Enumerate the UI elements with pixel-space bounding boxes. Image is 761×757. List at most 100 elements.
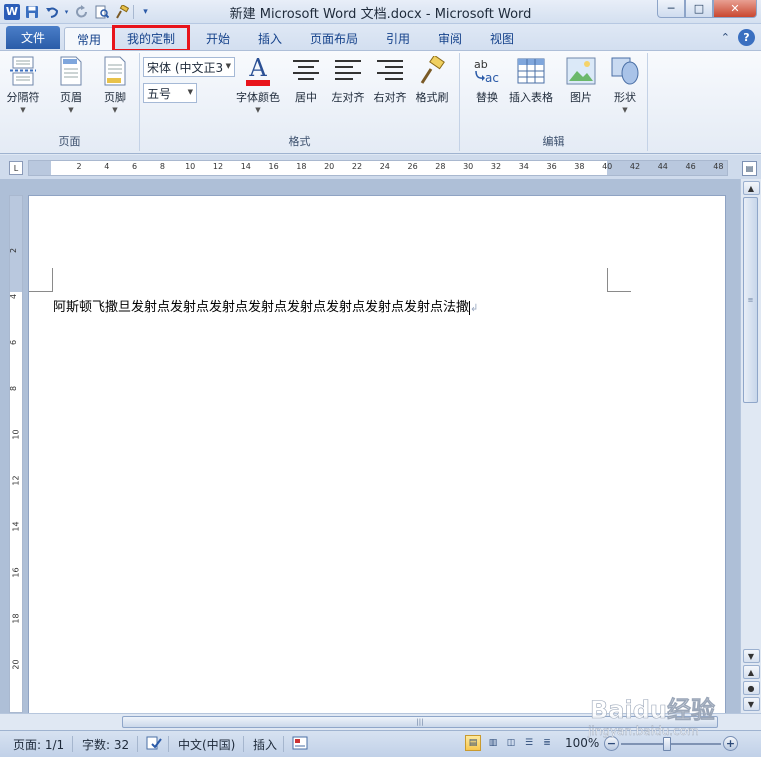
scroll-up-icon[interactable]: ▲ bbox=[742, 181, 760, 195]
macro-record-icon[interactable] bbox=[292, 736, 308, 753]
tab-selector-icon[interactable]: L bbox=[9, 161, 23, 175]
tab-home[interactable]: 开始 bbox=[196, 27, 240, 50]
save-icon[interactable] bbox=[23, 3, 40, 20]
horizontal-ruler[interactable]: 2 4 6 8 10 12 14 16 18 20 22 24 26 28 30 32 34 36 38 40 42 44… bbox=[28, 160, 728, 176]
group-edit-label: 编辑 bbox=[542, 135, 565, 148]
vertical-ruler[interactable]: 2 4 6 8 10 12 14 16 18 20 bbox=[9, 195, 23, 713]
zoom-in-icon[interactable]: + bbox=[723, 736, 738, 751]
previous-page-icon[interactable]: ▲ bbox=[742, 665, 760, 679]
insert-mode[interactable]: 插入 bbox=[253, 736, 277, 753]
tab-my-custom[interactable]: 我的定制 bbox=[112, 25, 190, 52]
svg-text:A: A bbox=[248, 55, 267, 82]
tab-review[interactable]: 审阅 bbox=[428, 27, 472, 50]
ruler-tick-label: 22 bbox=[351, 162, 363, 171]
zoom-level[interactable]: 100% bbox=[565, 736, 599, 750]
font-name-combo[interactable]: 宋体 (中文正3 ▼ bbox=[143, 57, 235, 77]
status-separator bbox=[243, 736, 244, 752]
header-button[interactable]: 页眉 ▼ bbox=[54, 55, 88, 114]
tab-common[interactable]: 常用 bbox=[64, 27, 114, 50]
horizontal-scrollbar[interactable]: ||| bbox=[0, 713, 761, 730]
font-color-label: 字体颜色 bbox=[236, 91, 280, 104]
zoom-out-icon[interactable]: − bbox=[604, 736, 619, 751]
center-label: 居中 bbox=[295, 91, 317, 104]
vruler-tick-label: 8 bbox=[9, 385, 19, 392]
next-page-icon[interactable]: ▼ bbox=[742, 697, 760, 711]
vruler-tick-label: 16 bbox=[11, 567, 21, 578]
document-text[interactable]: 阿斯顿飞撒旦发射点发射点发射点发射点发射点发射点发射点发射点法撒↲ bbox=[53, 296, 478, 315]
zoom-slider-knob[interactable] bbox=[663, 737, 671, 751]
ruler-row: L 2 4 6 8 10 12 14 16 18 20 22 24 26 28 30 32 34 36 38 40 42… bbox=[0, 155, 761, 179]
ruler-left-margin bbox=[29, 161, 51, 175]
footer-button[interactable]: 页脚 ▼ bbox=[98, 55, 132, 114]
select-browse-object-icon[interactable]: ● bbox=[742, 681, 760, 695]
undo-dropdown-icon[interactable]: ▾ bbox=[63, 3, 70, 20]
center-button[interactable]: 居中 bbox=[289, 55, 323, 105]
maximize-button[interactable]: □ bbox=[685, 0, 713, 18]
proofing-icon[interactable] bbox=[146, 736, 162, 753]
word-count[interactable]: 字数: 32 bbox=[82, 736, 129, 753]
vruler-tick-label: 14 bbox=[11, 521, 21, 532]
replace-label: 替换 bbox=[476, 91, 498, 104]
breaks-label: 分隔符 bbox=[6, 91, 40, 104]
format-painter-button[interactable]: 格式刷 bbox=[415, 55, 449, 105]
print-preview-icon[interactable] bbox=[93, 3, 110, 20]
undo-icon[interactable] bbox=[43, 3, 60, 20]
vertical-scrollbar[interactable]: ▲ ≡ ▼ ▲ ● ▼ bbox=[740, 179, 761, 713]
vruler-tick-label: 12 bbox=[11, 475, 21, 486]
draft-view-icon[interactable]: ≣ bbox=[539, 735, 555, 751]
minimize-button[interactable]: ─ bbox=[657, 0, 685, 18]
collapse-ribbon-icon[interactable]: ⌃ bbox=[721, 31, 730, 44]
group-page-label: 页面 bbox=[58, 135, 81, 148]
header-icon bbox=[54, 55, 88, 87]
document-area: 2 4 6 8 10 12 14 16 18 20 阿斯顿飞撒旦发射点发射点发射点发射点发射点发射… bbox=[0, 179, 740, 715]
outline-view-icon[interactable]: ☰ bbox=[521, 735, 537, 751]
tab-insert[interactable]: 插入 bbox=[248, 27, 292, 50]
chevron-down-icon: ▼ bbox=[187, 88, 193, 96]
footer-icon bbox=[98, 55, 132, 87]
tab-view[interactable]: 视图 bbox=[480, 27, 524, 50]
picture-button[interactable]: 图片 bbox=[564, 55, 598, 105]
group-format: 宋体 (中文正3 ▼ 五号 ▼ A 字体颜色 ▼ 居中 左对齐 右对齐 格式刷 … bbox=[140, 53, 460, 151]
zoom-slider-track[interactable] bbox=[621, 743, 721, 745]
web-layout-icon[interactable]: ◫ bbox=[503, 735, 519, 751]
vruler-tick-label: 2 bbox=[9, 247, 19, 254]
status-bar: 页面: 1/1 字数: 32 中文(中国) 插入 ▤ ▥ ◫ ☰ ≣ 100% … bbox=[0, 730, 761, 757]
breaks-button[interactable]: 分隔符 ▼ bbox=[6, 55, 40, 114]
title-bar: W ▾ ▾ 新建 Microsoft Word 文档.docx - Micros… bbox=[0, 0, 761, 24]
status-separator bbox=[72, 736, 73, 752]
redo-icon[interactable] bbox=[73, 3, 90, 20]
font-name-value: 宋体 (中文正3 bbox=[147, 60, 224, 75]
word-logo-icon[interactable]: W bbox=[4, 3, 20, 20]
crop-mark-left bbox=[29, 268, 53, 292]
align-right-button[interactable]: 右对齐 bbox=[373, 55, 407, 105]
svg-text:ab: ab bbox=[474, 58, 488, 71]
group-format-label: 格式 bbox=[288, 135, 311, 148]
close-button[interactable]: ✕ bbox=[713, 0, 757, 18]
page-count[interactable]: 页面: 1/1 bbox=[13, 736, 64, 753]
align-left-button[interactable]: 左对齐 bbox=[331, 55, 365, 105]
document-page[interactable]: 阿斯顿飞撒旦发射点发射点发射点发射点发射点发射点发射点发射点法撒↲ bbox=[28, 195, 726, 715]
insert-table-button[interactable]: 插入表格 bbox=[509, 55, 553, 105]
tab-references[interactable]: 引用 bbox=[376, 27, 420, 50]
picture-label: 图片 bbox=[570, 91, 592, 104]
scroll-down-icon[interactable]: ▼ bbox=[742, 649, 760, 663]
vertical-scroll-thumb[interactable]: ≡ bbox=[743, 197, 758, 403]
help-icon[interactable]: ? bbox=[738, 29, 755, 46]
document-paragraph: 阿斯顿飞撒旦发射点发射点发射点发射点发射点发射点发射点发射点法撒 bbox=[53, 300, 470, 315]
replace-button[interactable]: ab ac 替换 bbox=[470, 55, 504, 105]
view-ruler-icon[interactable]: ▤ bbox=[742, 161, 757, 176]
horizontal-scroll-thumb[interactable]: ||| bbox=[122, 716, 718, 728]
format-painter-icon[interactable] bbox=[113, 3, 130, 20]
font-color-button[interactable]: A 字体颜色 ▼ bbox=[236, 55, 280, 114]
vruler-tick-label: 10 bbox=[11, 429, 21, 440]
tab-page-layout[interactable]: 页面布局 bbox=[302, 27, 366, 50]
customize-icon[interactable]: ▾ bbox=[137, 3, 154, 20]
full-screen-reading-icon[interactable]: ▥ bbox=[485, 735, 501, 751]
print-layout-view-icon[interactable]: ▤ bbox=[465, 735, 481, 751]
paintbrush-icon bbox=[415, 55, 449, 87]
tab-file[interactable]: 文件 bbox=[6, 26, 60, 49]
svg-text:ac: ac bbox=[485, 71, 499, 85]
shapes-button[interactable]: 形状 ▼ bbox=[608, 55, 642, 114]
language-status[interactable]: 中文(中国) bbox=[178, 736, 235, 753]
font-size-combo[interactable]: 五号 ▼ bbox=[143, 83, 197, 103]
